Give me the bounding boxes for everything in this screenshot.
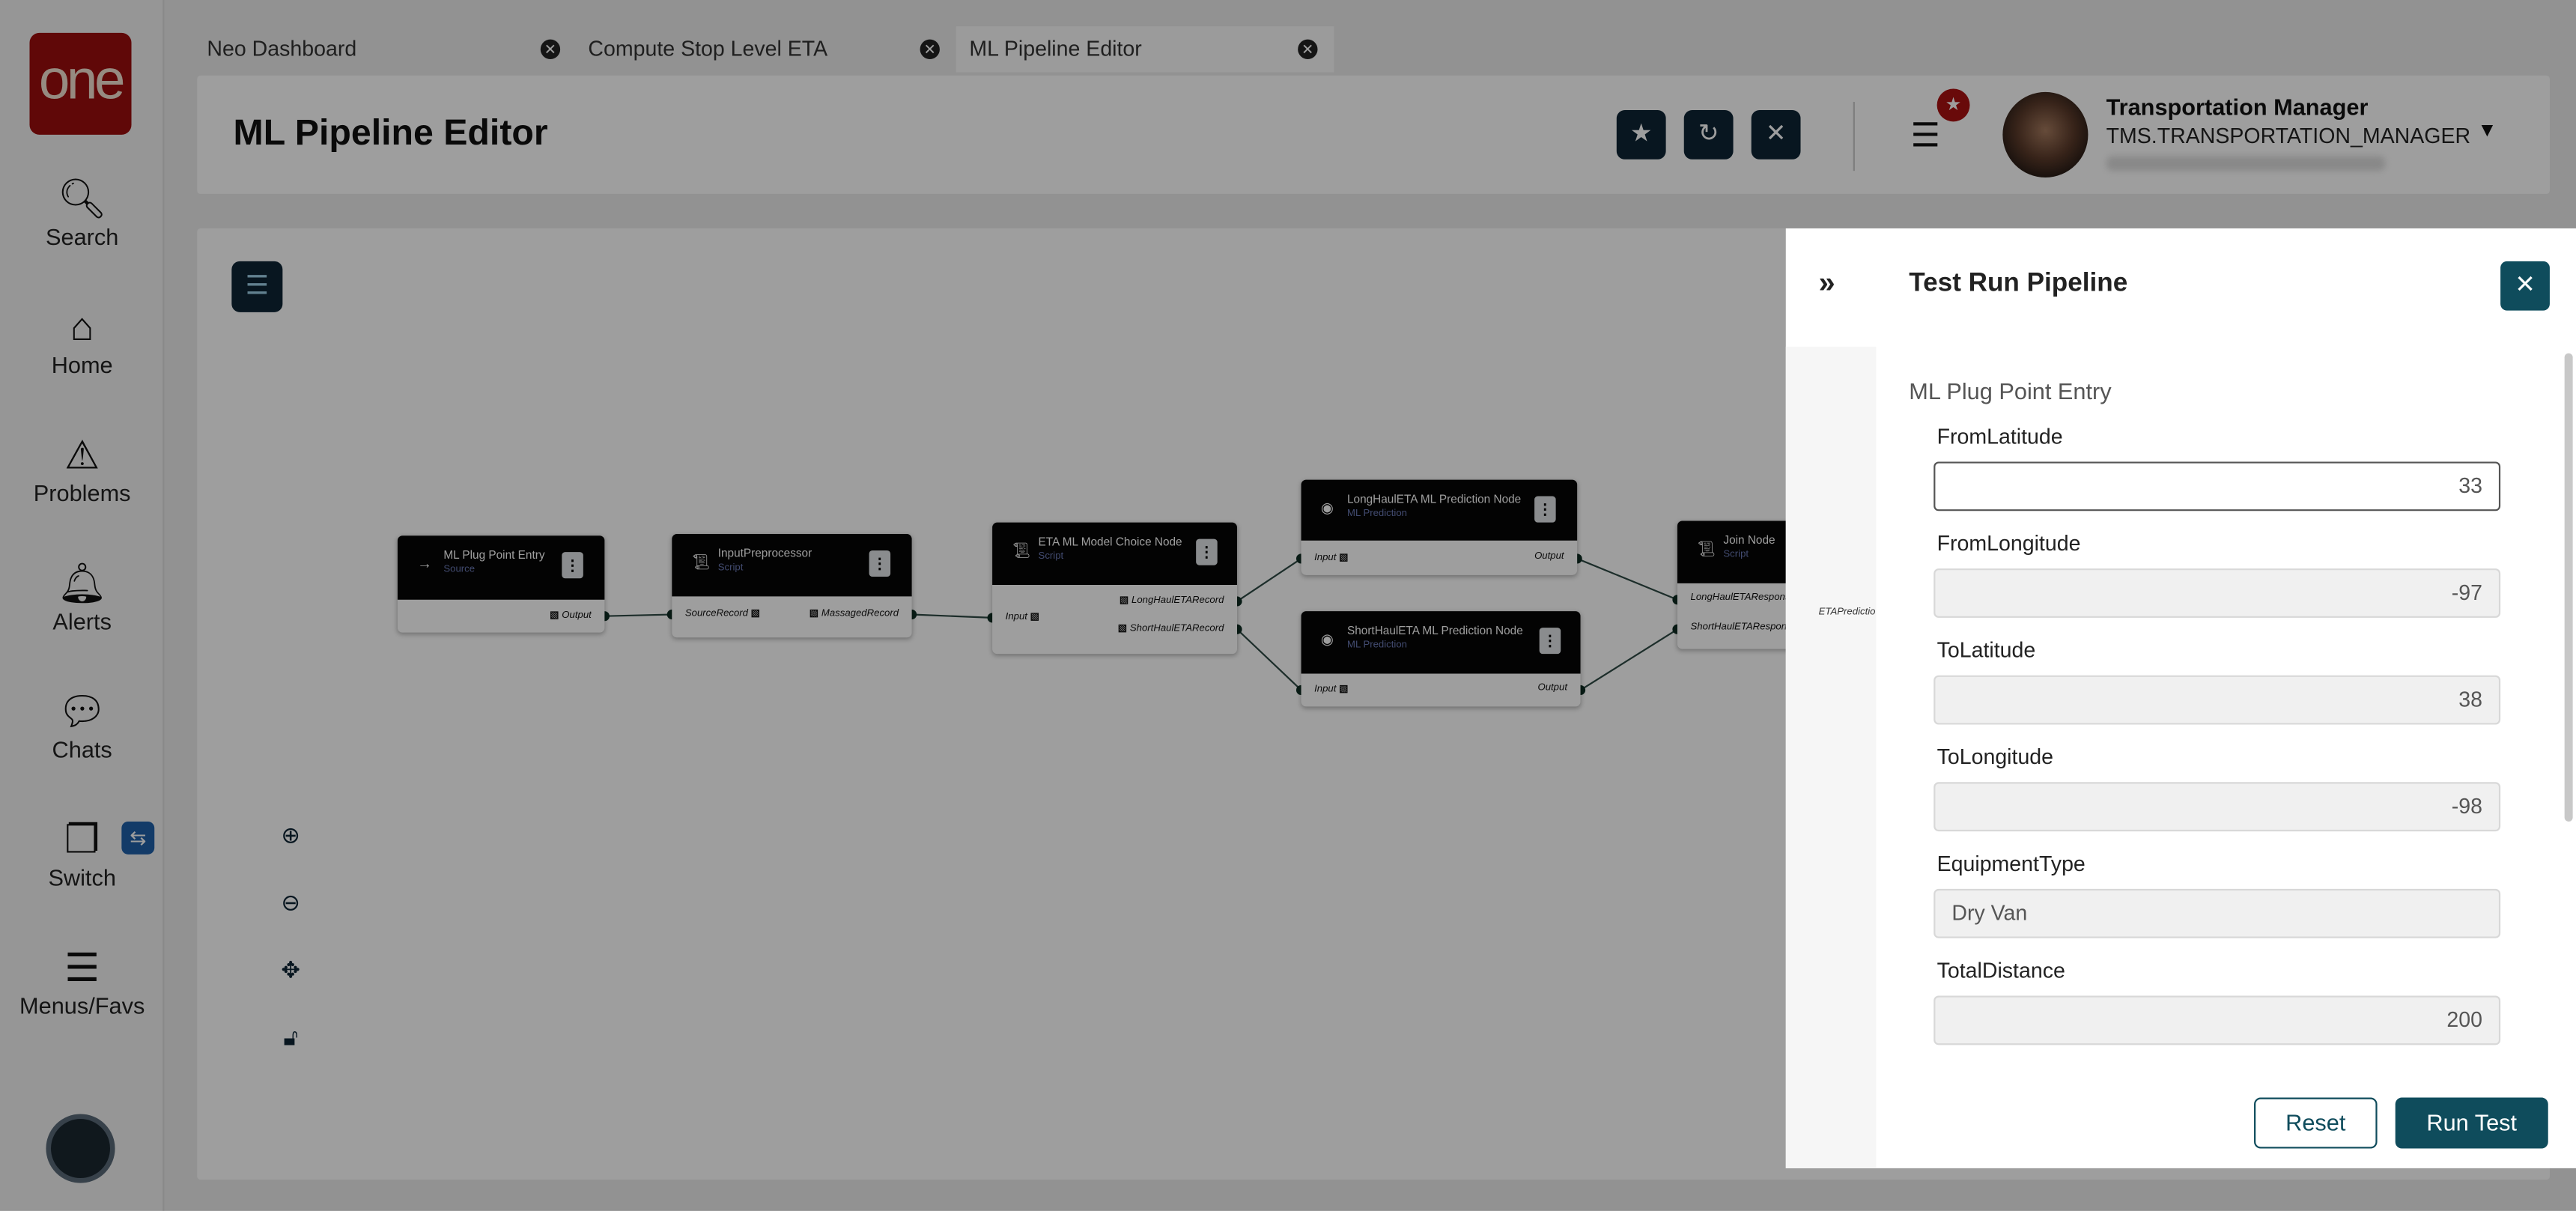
panel-title: Test Run Pipeline [1909, 269, 2128, 298]
total-distance-input[interactable]: 200 [1933, 995, 2501, 1045]
field-label: ToLatitude [1936, 637, 2036, 663]
field-label: ToLongitude [1936, 744, 2054, 769]
to-latitude-input[interactable]: 38 [1933, 675, 2501, 725]
reset-button[interactable]: Reset [2254, 1097, 2378, 1149]
to-longitude-input[interactable]: -98 [1933, 782, 2501, 832]
output-port[interactable]: ETAPredictio [1819, 608, 1876, 618]
close-panel-button[interactable]: ✕ [2500, 261, 2550, 311]
field-label: FromLongitude [1936, 530, 2081, 556]
port-label: ETAPredictio [1818, 607, 1876, 618]
close-icon: ✕ [2515, 270, 2536, 300]
from-longitude-input[interactable]: -97 [1933, 568, 2501, 618]
equipment-type-input[interactable]: Dry Van [1933, 888, 2501, 938]
panel-scrollbar[interactable] [2564, 353, 2573, 822]
run-test-button[interactable]: Run Test [2395, 1097, 2548, 1149]
from-latitude-input[interactable]: 33 [1933, 461, 2501, 512]
field-label: EquipmentType [1936, 851, 2086, 876]
field-label: FromLatitude [1936, 424, 2063, 449]
field-label: TotalDistance [1936, 958, 2065, 983]
test-run-panel: » Test Run Pipeline ✕ ML Plug Point Entr… [1785, 228, 2576, 1168]
panel-left-strip [1785, 346, 1877, 1168]
collapse-panel-icon[interactable]: » [1819, 266, 1835, 300]
section-label: ML Plug Point Entry [1909, 377, 2112, 404]
